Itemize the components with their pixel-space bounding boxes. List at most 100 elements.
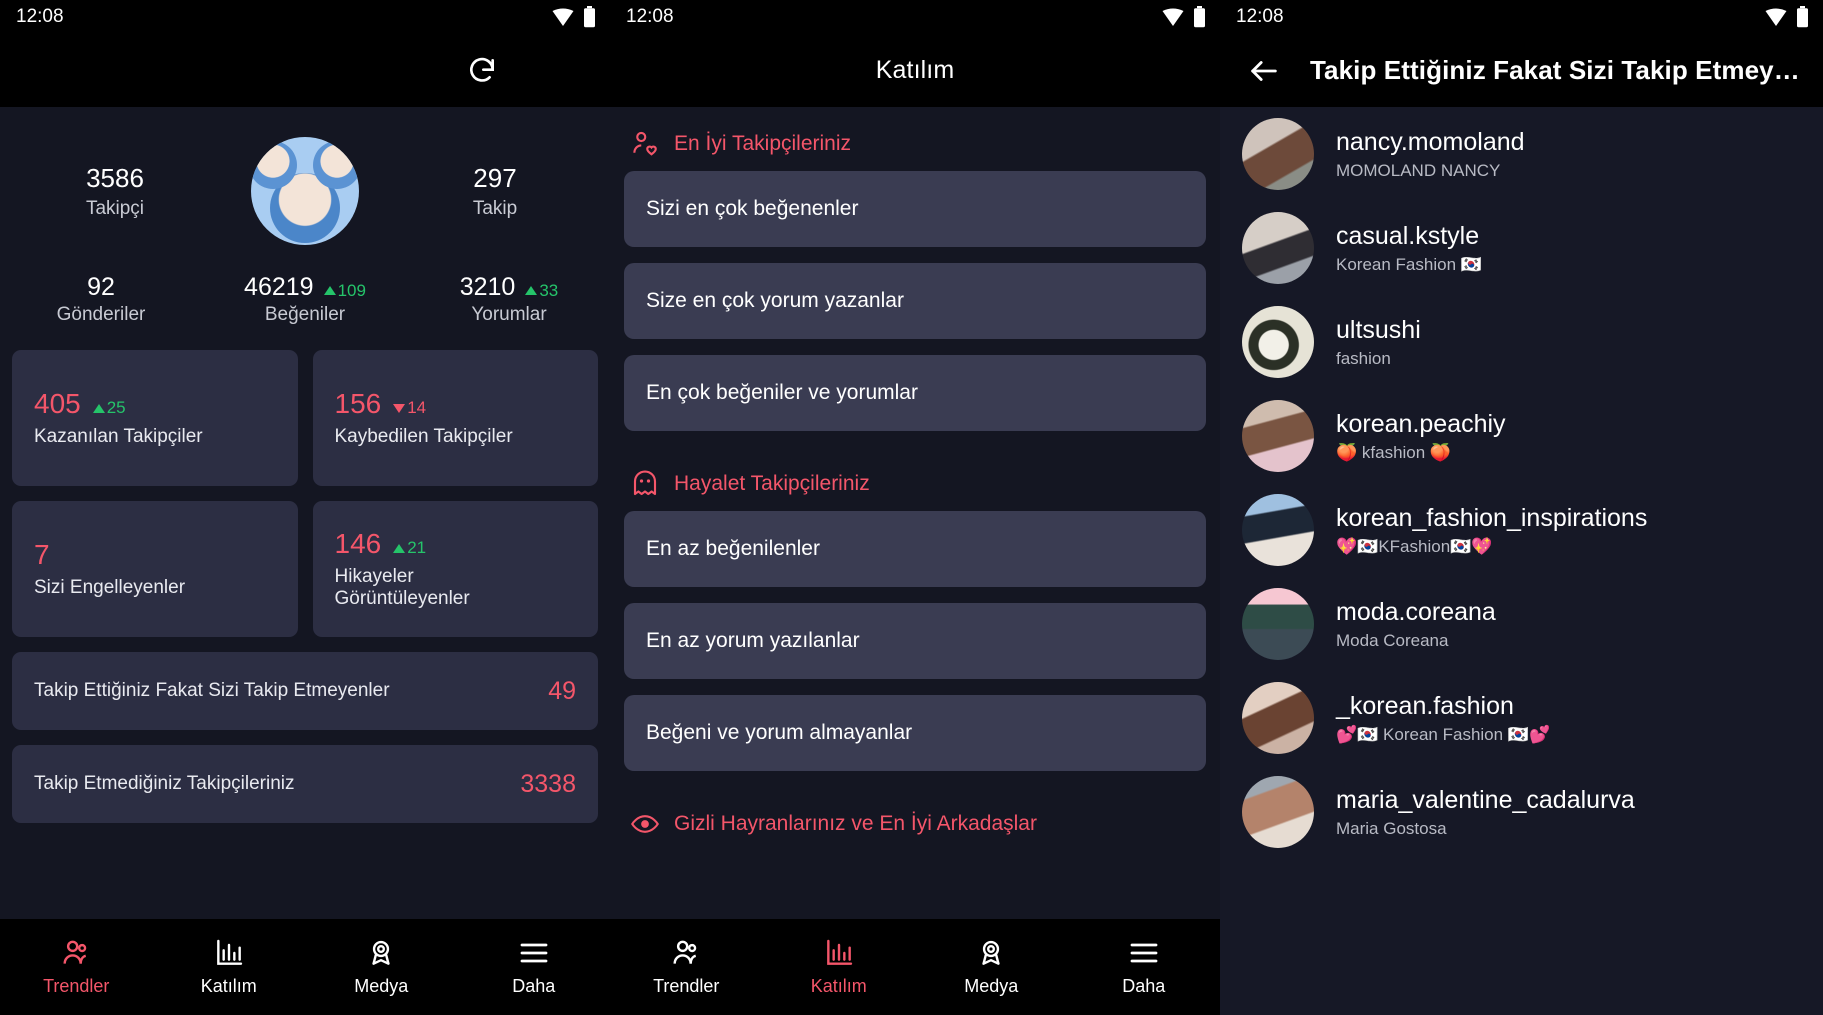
battery-icon	[1796, 6, 1809, 28]
list-item[interactable]: korean.peachiy 🍑 kfashion 🍑	[1220, 389, 1823, 483]
card-story-viewers[interactable]: 146 21 Hikayeler Görüntüleyenler	[312, 501, 598, 637]
avatar[interactable]	[1242, 400, 1314, 472]
nav-katilim[interactable]: Katılım	[153, 937, 306, 997]
people-icon	[60, 937, 92, 969]
avatar[interactable]	[1242, 118, 1314, 190]
item-most-likes-given[interactable]: Sizi en çok beğenenler	[624, 171, 1206, 247]
avatar[interactable]	[1242, 776, 1314, 848]
user-bio: Maria Gostosa	[1336, 819, 1447, 838]
nav-medya[interactable]: Medya	[915, 937, 1068, 997]
item-label: Size en çok yorum yazanlar	[646, 289, 904, 312]
user-bio: Moda Coreana	[1336, 631, 1449, 650]
nav-daha[interactable]: Daha	[1068, 937, 1221, 997]
user-list[interactable]: nancy.momoland MOMOLAND NANCY casual.kst…	[1220, 107, 1823, 1015]
username: moda.coreana	[1336, 598, 1496, 626]
following-stat: 297 Takip	[420, 162, 570, 220]
card-label: Hikayeler Görüntüleyenler	[334, 565, 470, 609]
item-least-liked[interactable]: En az beğenilenler	[624, 511, 1206, 587]
avatar[interactable]	[1242, 494, 1314, 566]
card-lost-followers[interactable]: 156 14 Kaybedilen Takipçiler	[312, 350, 598, 486]
item-label: Sizi en çok beğenenler	[646, 197, 859, 220]
card-value: 146	[334, 527, 382, 559]
nav-daha[interactable]: Daha	[458, 937, 611, 997]
battery-icon	[583, 6, 596, 28]
award-icon	[975, 937, 1007, 969]
status-bar: 12:08	[0, 0, 610, 34]
list-item[interactable]: nancy.momoland MOMOLAND NANCY	[1220, 107, 1823, 201]
avatar[interactable]	[1242, 212, 1314, 284]
user-bio: Korean Fashion 🇰🇷	[1336, 255, 1482, 274]
item-label: Beğeni ve yorum almayanlar	[646, 721, 913, 744]
nav-trendler[interactable]: Trendler	[0, 937, 153, 997]
list-item[interactable]: casual.kstyle Korean Fashion 🇰🇷	[1220, 201, 1823, 295]
item-most-comments-given[interactable]: Size en çok yorum yazanlar	[624, 263, 1206, 339]
card-label: Sizi Engelleyenler	[34, 576, 186, 598]
section-header-secret-admirers: Gizli Hayranlarınız ve En İyi Arkadaşlar	[624, 787, 1206, 851]
row-count: 49	[548, 676, 576, 705]
metric-label: Gönderiler	[56, 304, 146, 325]
page-title: Katılım	[875, 56, 955, 84]
user-bio: fashion	[1336, 349, 1391, 368]
nav-trendler[interactable]: Trendler	[610, 937, 763, 997]
followers-stat: 3586 Takipçi	[40, 162, 190, 220]
item-most-likes-and-comments[interactable]: En çok beğeniler ve yorumlar	[624, 355, 1206, 431]
avatar[interactable]	[1242, 682, 1314, 754]
menu-icon	[518, 937, 550, 969]
list-item[interactable]: moda.coreana Moda Coreana	[1220, 577, 1823, 671]
card-blocked-you[interactable]: 7 Sizi Engelleyenler	[12, 501, 298, 637]
ghost-icon	[630, 469, 660, 499]
metric-delta: 33	[525, 281, 558, 301]
user-bio: 💕🇰🇷 Korean Fashion 🇰🇷💕	[1336, 725, 1551, 744]
nav-label: Daha	[1122, 976, 1166, 996]
metric-comments: 3210 33 Yorumlar	[444, 273, 574, 326]
list-item[interactable]: ultsushi fashion	[1220, 295, 1823, 389]
nav-medya[interactable]: Medya	[305, 937, 458, 997]
section-title: En İyi Takipçileriniz	[674, 132, 852, 155]
nav-label: Daha	[512, 976, 556, 996]
list-item[interactable]: maria_valentine_cadalurva Maria Gostosa	[1220, 765, 1823, 859]
award-icon	[365, 937, 397, 969]
card-gained-followers[interactable]: 405 25 Kazanılan Takipçiler	[12, 350, 298, 486]
item-no-likes-no-comments[interactable]: Beğeni ve yorum almayanlar	[624, 695, 1206, 771]
metric-label: Beğeniler	[264, 304, 346, 325]
profile-summary: 3586 Takipçi 297 Takip	[0, 107, 610, 251]
followers-value: 3586	[86, 163, 144, 194]
username: ultsushi	[1336, 316, 1421, 344]
nav-label: Medya	[964, 976, 1019, 996]
menu-icon	[1128, 937, 1160, 969]
item-least-commented[interactable]: En az yorum yazılanlar	[624, 603, 1206, 679]
card-delta: 21	[393, 538, 426, 558]
username: nancy.momoland	[1336, 128, 1525, 156]
status-time: 12:08	[16, 6, 64, 27]
section-title: Hayalet Takipçileriniz	[674, 472, 870, 495]
row-not-following-back[interactable]: Takip Ettiğiniz Fakat Sizi Takip Etmeyen…	[12, 652, 598, 730]
wifi-icon	[1162, 7, 1184, 27]
back-button[interactable]	[1228, 35, 1300, 107]
list-item[interactable]: _korean.fashion 💕🇰🇷 Korean Fashion 🇰🇷💕	[1220, 671, 1823, 765]
left-app-bar	[0, 34, 610, 107]
battery-icon	[1193, 6, 1206, 28]
row-you-dont-follow-back[interactable]: Takip Etmediğiniz Takipçileriniz 3338	[12, 745, 598, 823]
card-value: 156	[334, 387, 382, 419]
metric-label: Yorumlar	[471, 304, 547, 325]
status-time: 12:08	[1236, 6, 1284, 27]
metrics-row: 92 Gönderiler 46219 109 Beğeniler 3210 3…	[0, 251, 610, 326]
middle-content: En İyi Takipçileriniz Sizi en çok beğene…	[610, 107, 1220, 1015]
followers-label: Takipçi	[85, 197, 145, 219]
nav-katilim[interactable]: Katılım	[763, 937, 916, 997]
row-label: Takip Ettiğiniz Fakat Sizi Takip Etmeyen…	[34, 680, 390, 701]
avatar[interactable]	[1242, 306, 1314, 378]
user-bio: 💖🇰🇷KFashion🇰🇷💖	[1336, 537, 1493, 556]
refresh-button[interactable]	[446, 35, 518, 107]
left-content: 3586 Takipçi 297 Takip 92 Gönderiler 462…	[0, 107, 610, 1015]
avatar[interactable]	[1242, 588, 1314, 660]
list-item[interactable]: korean_fashion_inspirations 💖🇰🇷KFashion🇰…	[1220, 483, 1823, 577]
page-title: Takip Ettiğiniz Fakat Sizi Takip Etmey…	[1310, 55, 1800, 85]
following-value: 297	[473, 163, 517, 194]
avatar[interactable]	[251, 137, 359, 245]
card-delta: 25	[92, 398, 126, 418]
bar-chart-icon	[213, 937, 245, 969]
section-title: Gizli Hayranlarınız ve En İyi Arkadaşlar	[674, 812, 1037, 835]
stat-cards: 405 25 Kazanılan Takipçiler 156 14 Kaybe…	[0, 326, 610, 637]
user-bio: 🍑 kfashion 🍑	[1336, 443, 1452, 462]
